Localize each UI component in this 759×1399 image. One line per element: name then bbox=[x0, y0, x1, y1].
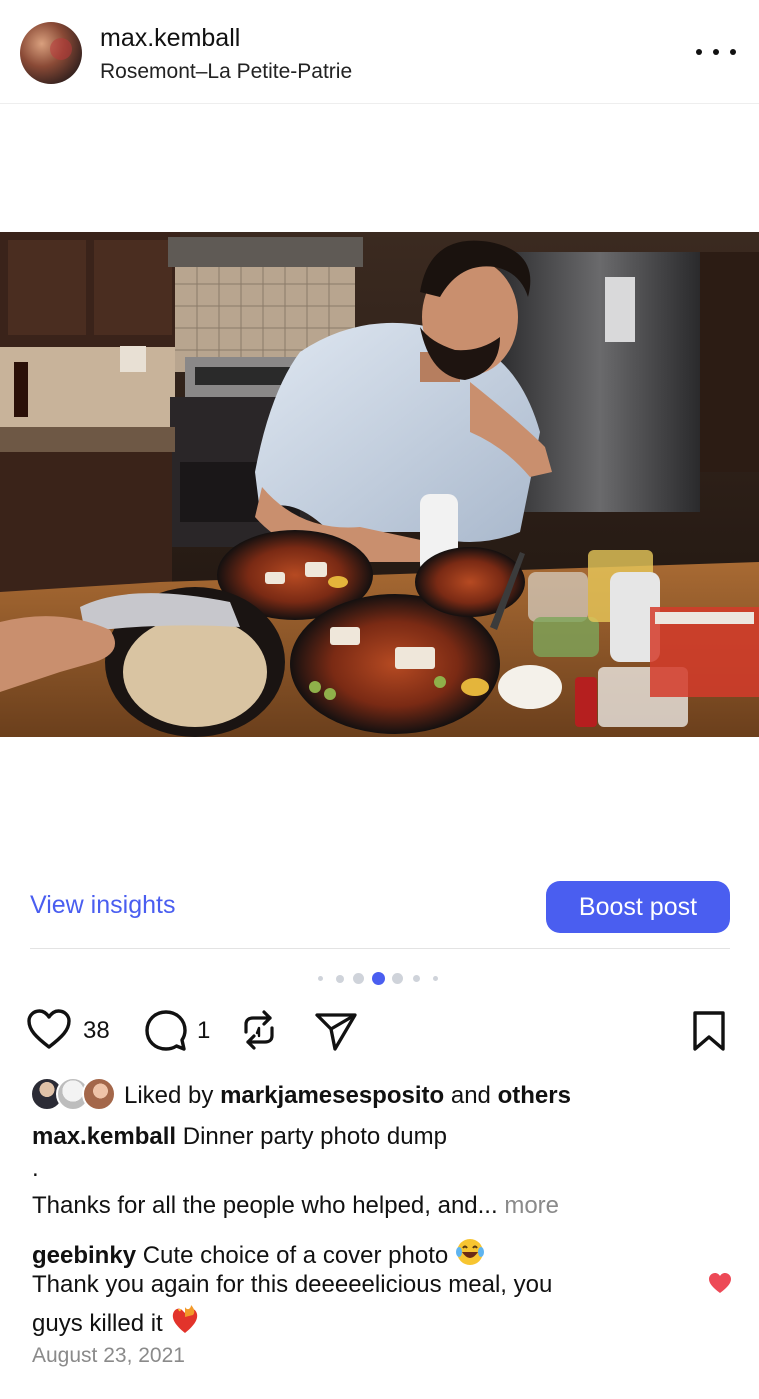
comment-text: Cute choice of a cover photo bbox=[142, 1242, 449, 1269]
comment-username[interactable]: geebinky bbox=[32, 1242, 136, 1269]
post-photo[interactable] bbox=[0, 232, 759, 737]
heart-icon[interactable] bbox=[26, 1008, 72, 1050]
laughing-tears-emoji-icon bbox=[455, 1239, 484, 1265]
likes-count[interactable]: 38 bbox=[83, 1017, 110, 1045]
carousel-dot bbox=[336, 975, 344, 983]
view-insights-link[interactable]: View insights bbox=[30, 891, 175, 920]
liked-by-others[interactable]: others bbox=[498, 1082, 571, 1109]
share-icon[interactable] bbox=[313, 1009, 359, 1053]
post-location[interactable]: Rosemont–La Petite-Patrie bbox=[100, 60, 352, 84]
caption-text: Dinner party photo dump bbox=[182, 1123, 447, 1150]
carousel-dot bbox=[413, 975, 420, 982]
carousel-dot-active bbox=[372, 972, 385, 985]
carousel-dot bbox=[353, 973, 364, 984]
comment-text-line-2: Thank you again for this deeeeelicious m… bbox=[32, 1271, 553, 1298]
comment: geebinky Cute choice of a cover photo bbox=[32, 1237, 485, 1270]
caption-continued: Thanks for all the people who helped, an… bbox=[32, 1192, 560, 1219]
carousel-indicator bbox=[316, 970, 446, 986]
comments-count[interactable]: 1 bbox=[197, 1017, 210, 1045]
liked-by-row[interactable]: Liked by markjamesesposito and others bbox=[30, 1077, 730, 1113]
carousel-dot bbox=[318, 976, 323, 981]
avatar[interactable] bbox=[20, 22, 82, 84]
divider bbox=[30, 948, 730, 949]
post-header: max.kemball Rosemont–La Petite-Patrie bbox=[0, 0, 759, 104]
carousel-dot bbox=[433, 976, 438, 981]
post-username[interactable]: max.kemball bbox=[100, 24, 240, 53]
caption-dot: . bbox=[32, 1155, 39, 1182]
repost-icon[interactable] bbox=[238, 1008, 280, 1052]
caption-username[interactable]: max.kemball bbox=[32, 1123, 176, 1150]
post-actions: 38 1 bbox=[0, 1005, 759, 1055]
caption-more-link[interactable]: more bbox=[504, 1192, 559, 1219]
caption: max.kemball Dinner party photo dump bbox=[32, 1123, 447, 1151]
carousel-dot bbox=[392, 973, 403, 984]
post-media[interactable] bbox=[0, 104, 759, 859]
comment-text-line-3: guys killed it bbox=[32, 1303, 201, 1338]
liked-by-text: Liked by markjamesesposito and others bbox=[124, 1082, 571, 1109]
liker-avatar bbox=[82, 1077, 116, 1111]
comment-like-heart-icon[interactable] bbox=[708, 1272, 732, 1294]
post-date: August 23, 2021 bbox=[32, 1344, 185, 1367]
comment-icon[interactable] bbox=[143, 1008, 189, 1054]
boost-post-button[interactable]: Boost post bbox=[546, 881, 730, 933]
more-options-icon[interactable] bbox=[696, 40, 736, 64]
bookmark-icon[interactable] bbox=[690, 1009, 728, 1053]
liked-by-user[interactable]: markjamesesposito bbox=[220, 1082, 444, 1109]
heart-on-fire-emoji-icon bbox=[173, 1305, 198, 1333]
